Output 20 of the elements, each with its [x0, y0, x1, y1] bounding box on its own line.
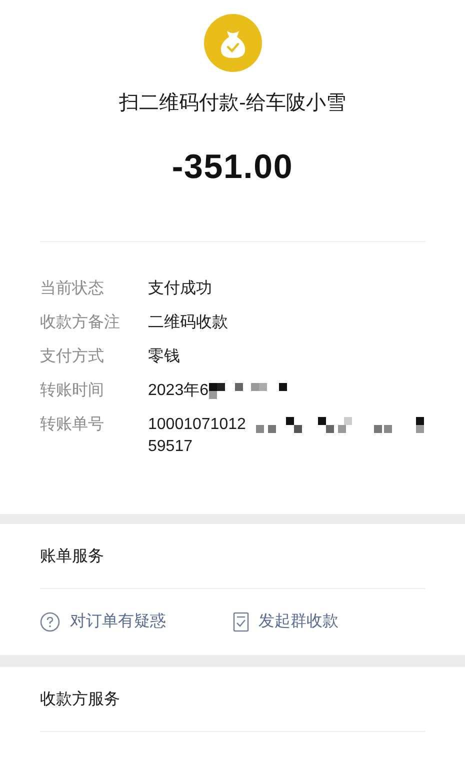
transaction-title: 扫二维码付款-给车陂小雪: [119, 91, 346, 116]
detail-label: 支付方式: [40, 346, 105, 367]
detail-label: 转账单号: [40, 415, 105, 435]
section-title: 账单服务: [40, 524, 425, 589]
detail-label: 当前状态: [40, 278, 105, 299]
detail-value: 零钱: [148, 347, 180, 367]
group-collect-button[interactable]: 发起群收款: [232, 611, 425, 633]
detail-value: 支付成功: [148, 278, 212, 299]
money-bag-icon: [204, 14, 262, 72]
amount: -351.00: [172, 147, 294, 187]
question-icon: [40, 612, 60, 632]
detail-value: 2023年6: [148, 381, 208, 401]
detail-value: 59517: [148, 437, 192, 457]
section-title: 收款方服务: [40, 667, 425, 732]
detail-value: 二维码收款: [148, 312, 228, 333]
detail-value: 10001071012: [148, 415, 246, 435]
dispute-order-button[interactable]: 对订单有疑惑: [40, 611, 232, 633]
document-check-icon: [232, 612, 248, 632]
detail-label: 转账时间: [40, 380, 105, 401]
detail-label: 收款方备注: [40, 312, 121, 333]
